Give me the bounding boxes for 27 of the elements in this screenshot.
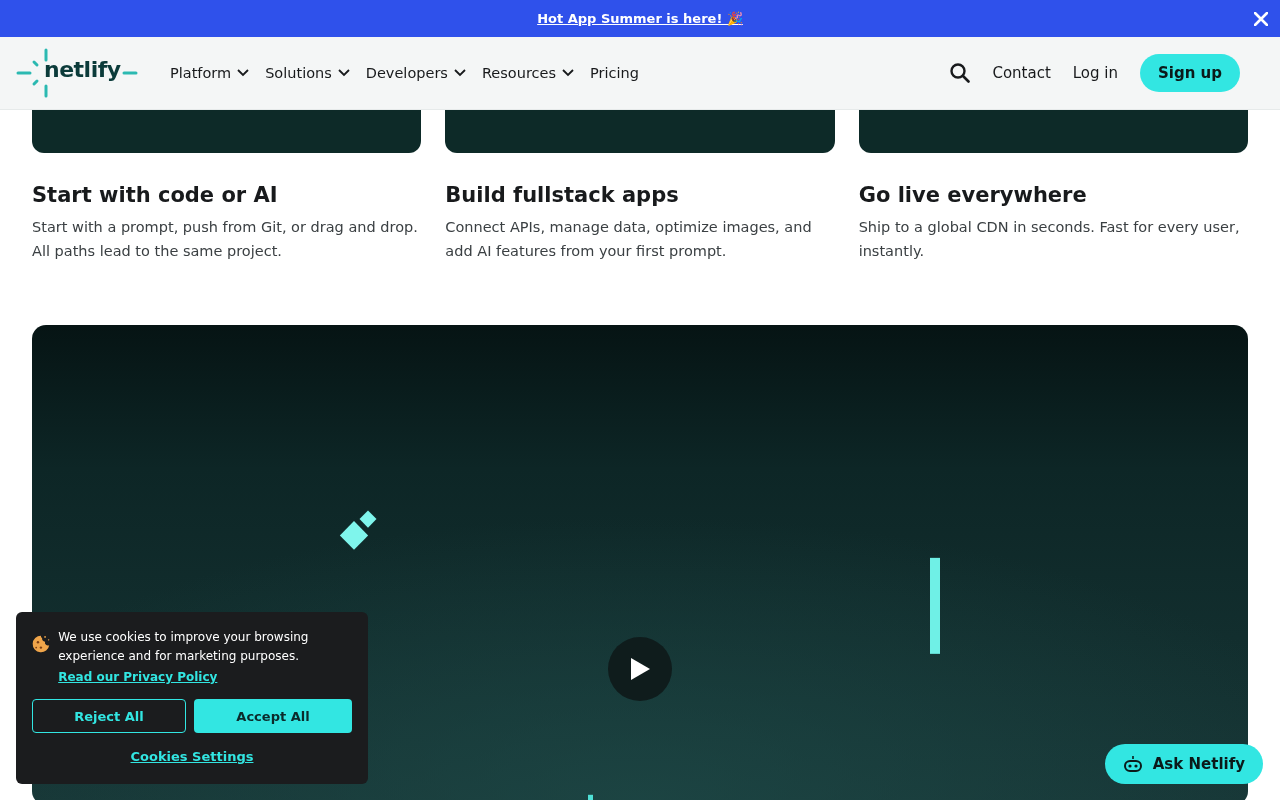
nav-link[interactable]: Resources: [481, 65, 574, 81]
feature-description: Ship to a global CDN in seconds. Fast for every user, instantly.: [858, 218, 1241, 261]
feature-description: Start with a prompt, push from Git, or drag and drop. All paths lead to the same project.: [32, 218, 419, 261]
logo-icon[interactable]: [16, 48, 138, 98]
feature-title: Build fullstack apps: [445, 183, 680, 207]
feature-title: Go live everywhere: [858, 183, 1088, 207]
ask-netlify-button[interactable]: Ask Netlify: [1104, 744, 1263, 784]
close-icon[interactable]: [1252, 10, 1270, 28]
nav-link[interactable]: Pricing: [590, 65, 639, 81]
logo-text[interactable]: netlify: [44, 57, 121, 82]
privacy-policy-link[interactable]: Read our Privacy Policy: [58, 670, 218, 684]
feature-title: Start with code or AI: [32, 183, 279, 207]
signup-button[interactable]: Sign up: [1140, 54, 1240, 92]
robot-icon: [1122, 755, 1143, 773]
cookies-settings-link[interactable]: Cookies Settings: [130, 749, 254, 764]
search-icon[interactable]: [950, 63, 971, 83]
nav-link[interactable]: Developers: [365, 65, 466, 81]
reject-all-button[interactable]: Reject All: [32, 699, 186, 733]
feature-description: Connect APIs, manage data, optimize images, and add AI features from your first prompt.: [445, 218, 813, 261]
cookie-message: We use cookies to improve your browsing experience and for marketing purposes.: [58, 629, 310, 665]
nav-link[interactable]: Platform: [170, 65, 250, 81]
announcement-link[interactable]: Hot App Summer is here! 🎉: [537, 11, 743, 26]
contact-link[interactable]: Contact: [992, 64, 1051, 82]
accept-all-button[interactable]: Accept All: [194, 699, 352, 733]
play-icon: [629, 657, 651, 681]
login-link[interactable]: Log in: [1072, 64, 1118, 82]
nav-link[interactable]: Solutions: [265, 65, 350, 81]
